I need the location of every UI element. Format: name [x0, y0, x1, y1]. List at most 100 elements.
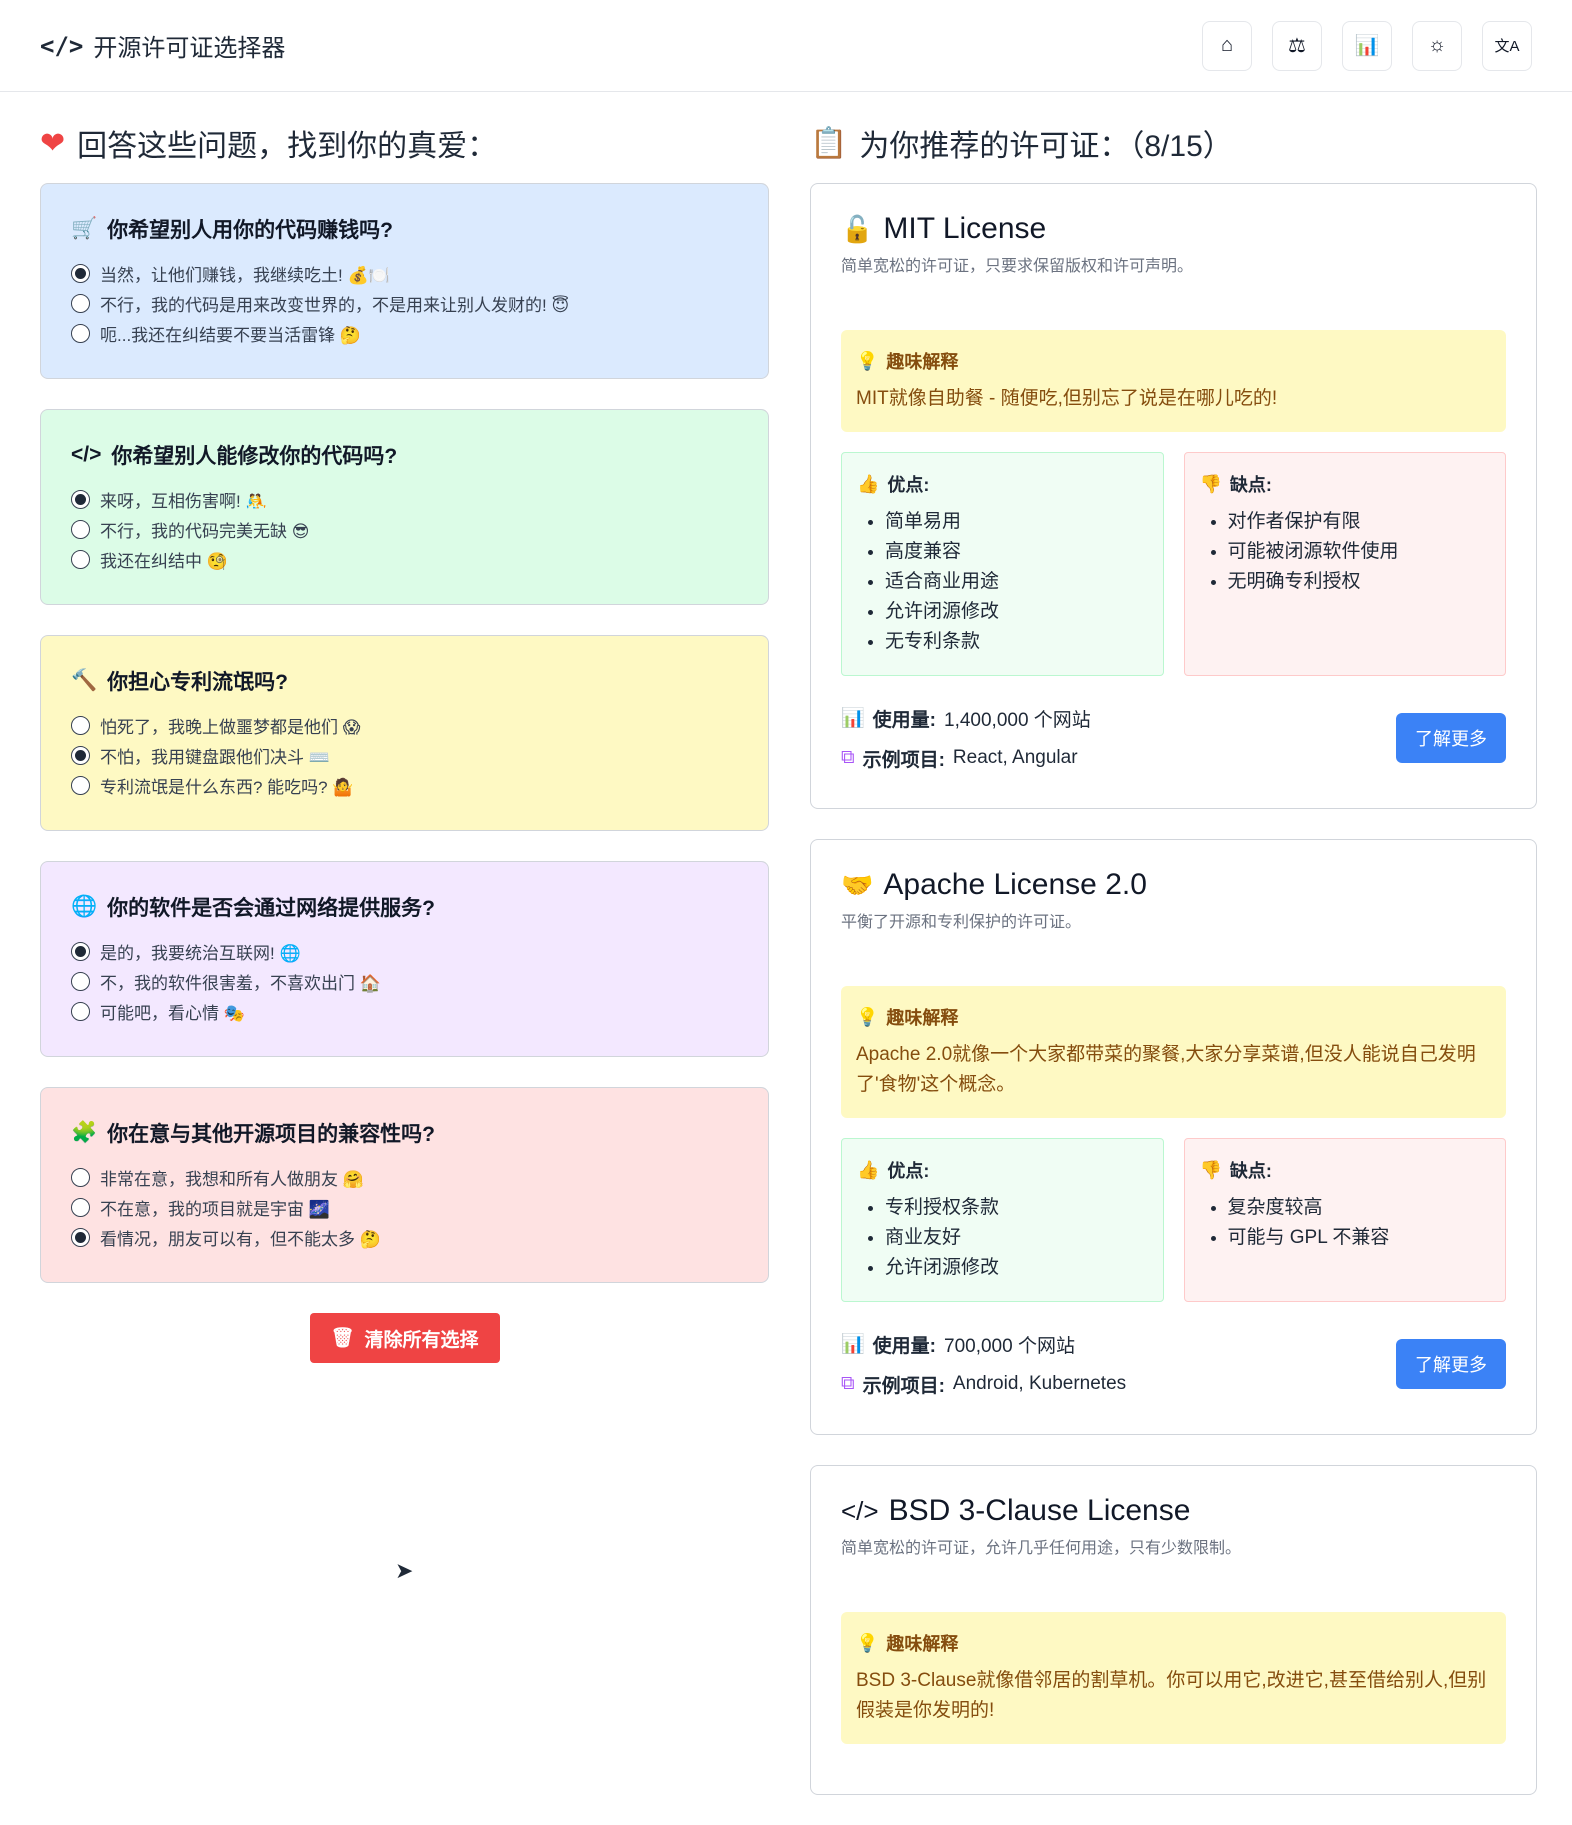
usage-value: 1,400,000 个网站 [944, 709, 1091, 731]
pro-item: 专利授权条款 [885, 1193, 1148, 1223]
pro-item: 简单易用 [885, 507, 1148, 537]
question-icon: 🧩 [71, 1121, 98, 1144]
question-icon: 🌐 [71, 895, 98, 918]
answer-option[interactable]: 非常在意，我想和所有人做朋友 🤗 [71, 1162, 738, 1192]
radio-button[interactable] [71, 745, 90, 765]
project-diagram-icon: ⧉ [841, 747, 855, 768]
usage-label: 使用量: [872, 709, 936, 731]
option-label: 不，我的软件很害羞，不喜欢出门 🏠 [100, 973, 381, 993]
answer-option[interactable]: 不怕，我用键盘跟他们决斗 ⌨️ [71, 740, 738, 770]
radio-button[interactable] [71, 1167, 90, 1187]
answer-option[interactable]: 来呀，互相伤害啊! 🤼 [71, 484, 738, 514]
translate-icon: 文A [1494, 38, 1520, 55]
questions-panel: ❤ 回答这些问题，找到你的真爱： 🛒 你希望别人用你的代码赚钱吗? 当然，让他们赚钱，… [40, 118, 769, 1363]
usage-label: 使用量: [872, 1335, 936, 1357]
project-diagram-icon: ⧉ [841, 1373, 855, 1394]
option-label: 怕死了，我晚上做噩梦都是他们 😱 [100, 717, 361, 737]
cons-label: 缺点: [1229, 475, 1272, 495]
radio-button[interactable] [71, 775, 90, 795]
pros-label: 优点: [887, 1161, 930, 1181]
license-name: Apache License 2.0 [883, 868, 1147, 901]
license-description: 简单宽松的许可证，允许几乎任何用途，只有少数限制。 [841, 1540, 1242, 1557]
radio-button[interactable] [71, 971, 90, 991]
radio-button[interactable] [71, 1001, 90, 1021]
question-card: 🛒 你希望别人用你的代码赚钱吗? 当然，让他们赚钱，我继续吃土! 💰🍽️ 不行，我的代… [40, 183, 769, 379]
license-name: BSD 3-Clause License [888, 1494, 1191, 1527]
lightbulb-icon: 💡 [856, 350, 879, 371]
question-title: 你希望别人能修改你的代码吗? [111, 445, 398, 468]
question-title: 你的软件是否会通过网络提供服务? [107, 897, 435, 920]
radio-button[interactable] [71, 323, 90, 343]
heart-icon: ❤ [40, 126, 66, 160]
radio-button[interactable] [71, 549, 90, 569]
option-label: 呃...我还在纠结要不要当活雷锋 🤔 [100, 325, 362, 345]
usage-value: 700,000 个网站 [944, 1335, 1075, 1357]
lightbulb-icon: 💡 [856, 1632, 879, 1653]
clear-label: 清除所有选择 [364, 1329, 479, 1351]
answer-option[interactable]: 不，我的软件很害羞，不喜欢出门 🏠 [71, 966, 738, 996]
thumbs-up-icon: 👍 [857, 473, 880, 494]
answer-option[interactable]: 是的，我要统治互联网! 🌐 [71, 936, 738, 966]
license-name: MIT License [883, 212, 1047, 245]
fun-label: 趣味解释 [886, 1634, 959, 1654]
cons-box: 👎 缺点: 对作者保护有限可能被闭源软件使用无明确专利授权 [1183, 452, 1506, 676]
radio-button[interactable] [71, 519, 90, 539]
answer-option[interactable]: 不行，我的代码完美无缺 😎 [71, 514, 738, 544]
fun-text: Apache 2.0就像一个大家都带菜的聚餐,大家分享菜谱,但没人能说自己发明了… [856, 1044, 1476, 1095]
radio-button[interactable] [71, 293, 90, 313]
examples-value: Android, Kubernetes [952, 1373, 1127, 1394]
radio-button[interactable] [71, 1197, 90, 1217]
thumbs-down-icon: 👎 [1199, 1159, 1222, 1180]
option-label: 当然，让他们赚钱，我继续吃土! 💰🍽️ [100, 265, 390, 285]
clear-selections-button[interactable]: 🗑 清除所有选择 [309, 1313, 500, 1363]
option-label: 不行，我的代码是用来改变世界的，不是用来让别人发财的! 😇 [100, 295, 570, 315]
stats-button[interactable]: 📊 [1342, 20, 1392, 71]
answer-option[interactable]: 可能吧，看心情 🎭 [71, 996, 738, 1026]
radio-button[interactable] [71, 1227, 90, 1247]
option-label: 看情况，朋友可以有，但不能太多 🤔 [100, 1229, 381, 1249]
radio-button[interactable] [71, 489, 90, 509]
answer-option[interactable]: 怕死了，我晚上做噩梦都是他们 😱 [71, 710, 738, 740]
radio-button[interactable] [71, 263, 90, 283]
con-item: 可能与 GPL 不兼容 [1228, 1223, 1491, 1253]
app-header: </> 开源许可证选择器 ⌂ ⚖ 📊 ☼ 文A [0, 0, 1572, 92]
license-icon: 🤝 [841, 869, 874, 900]
option-label: 不行，我的代码完美无缺 😎 [100, 521, 310, 541]
learn-more-button[interactable]: 了解更多 [1396, 713, 1506, 763]
examples-value: React, Angular [952, 747, 1078, 768]
brand[interactable]: </> 开源许可证选择器 [40, 28, 285, 63]
con-item: 对作者保护有限 [1228, 507, 1491, 537]
sun-icon: ☼ [1427, 34, 1447, 56]
option-label: 不在意，我的项目就是宇宙 🌌 [100, 1199, 330, 1219]
answer-option[interactable]: 不在意，我的项目就是宇宙 🌌 [71, 1192, 738, 1222]
cons-label: 缺点: [1229, 1161, 1272, 1181]
answer-option[interactable]: 呃...我还在纠结要不要当活雷锋 🤔 [71, 318, 738, 348]
compare-button[interactable]: ⚖ [1272, 20, 1322, 71]
lightbulb-icon: 💡 [856, 1006, 879, 1027]
answer-option[interactable]: 看情况，朋友可以有，但不能太多 🤔 [71, 1222, 738, 1252]
pros-label: 优点: [887, 475, 930, 495]
license-icon: </> [841, 1495, 879, 1526]
answer-option[interactable]: 专利流氓是什么东西? 能吃吗? 🤷 [71, 770, 738, 800]
learn-more-button[interactable]: 了解更多 [1396, 1339, 1506, 1389]
home-icon: ⌂ [1220, 34, 1234, 56]
pro-item: 适合商业用途 [885, 567, 1148, 597]
question-title: 你在意与其他开源项目的兼容性吗? [107, 1123, 435, 1146]
answer-option[interactable]: 我还在纠结中 🧐 [71, 544, 738, 574]
answer-option[interactable]: 当然，让他们赚钱，我继续吃土! 💰🍽️ [71, 258, 738, 288]
radio-button[interactable] [71, 715, 90, 735]
home-button[interactable]: ⌂ [1202, 20, 1252, 71]
answer-option[interactable]: 不行，我的代码是用来改变世界的，不是用来让别人发财的! 😇 [71, 288, 738, 318]
pros-box: 👍 优点: 简单易用高度兼容适合商业用途允许闭源修改无专利条款 [841, 452, 1164, 676]
fun-explanation: 💡 趣味解释 Apache 2.0就像一个大家都带菜的聚餐,大家分享菜谱,但没人能说… [841, 986, 1506, 1118]
con-item: 可能被闭源软件使用 [1228, 537, 1491, 567]
cons-box: 👎 缺点: 复杂度较高可能与 GPL 不兼容 [1183, 1138, 1506, 1302]
examples-label: 示例项目: [862, 1375, 945, 1397]
option-label: 可能吧，看心情 🎭 [100, 1003, 245, 1023]
language-button[interactable]: 文A [1482, 20, 1532, 71]
license-card: 🔓 MIT License 简单宽松的许可证，只要求保留版权和许可声明。 💡 趣味解… [810, 183, 1537, 809]
license-description: 平衡了开源和专利保护的许可证。 [841, 914, 1082, 931]
examples-label: 示例项目: [862, 749, 945, 771]
radio-button[interactable] [71, 941, 90, 961]
theme-toggle-button[interactable]: ☼ [1412, 20, 1462, 71]
